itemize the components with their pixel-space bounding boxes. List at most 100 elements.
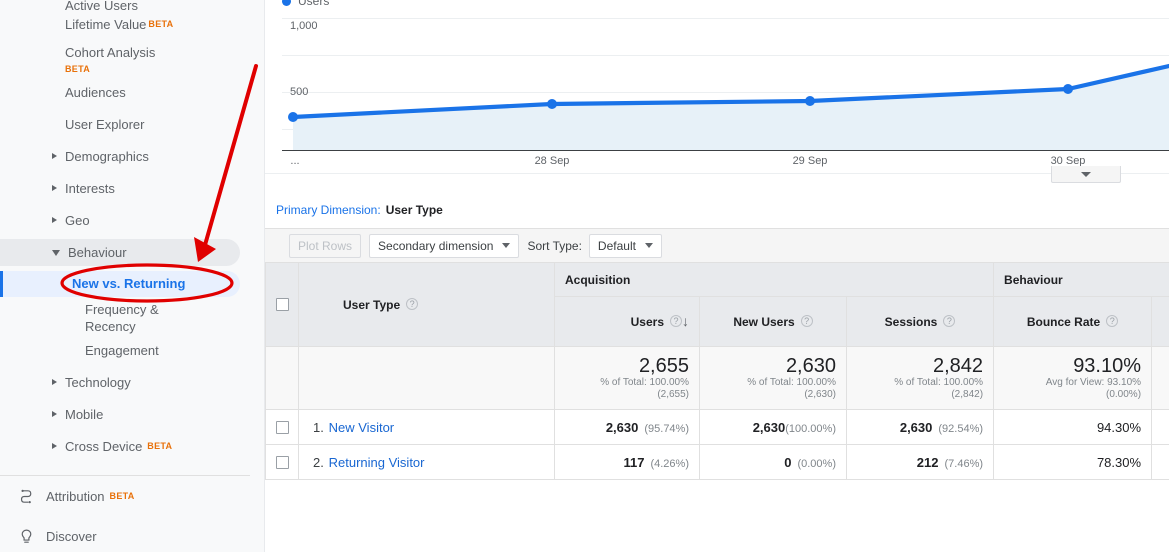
row-new-users-value: 0 <box>784 454 792 470</box>
row-new-users-cell: 0 (0.00%) <box>699 444 847 480</box>
sidebar-item-label: Discover <box>46 529 97 544</box>
row-sessions-value: 2,630 <box>899 419 933 435</box>
sidebar-item-audiences[interactable]: Audiences <box>0 85 240 101</box>
column-header-label: Bounce Rate <box>1026 314 1101 329</box>
row-dimension-link[interactable]: New Visitor <box>329 420 395 435</box>
totals-subline-1: % of Total: 100.00% <box>600 377 689 388</box>
group-header-label: Behaviour <box>1004 272 1063 287</box>
column-header-users[interactable]: ↓ Users? <box>554 296 700 347</box>
sidebar-item-behaviour[interactable]: Behaviour <box>0 239 240 266</box>
plot-rows-label: Plot Rows <box>298 238 353 253</box>
sort-type-label: Sort Type: <box>527 238 582 253</box>
row-bounce-rate-cell: 78.30% <box>993 444 1153 480</box>
sidebar-item-label: Geo <box>65 213 90 228</box>
totals-subline-2: (0.00%) <box>1106 389 1142 400</box>
totals-value: 2,630 <box>785 355 836 377</box>
row-index: 1. <box>313 419 324 435</box>
sidebar-item-discover[interactable]: Discover <box>0 518 240 552</box>
beta-badge: BETA <box>109 490 135 501</box>
row-users-cell: 2,630 (95.74%) <box>554 409 700 445</box>
beta-badge: BETA <box>65 64 91 74</box>
help-icon[interactable]: ? <box>943 315 956 328</box>
chart-collapse-toggle[interactable] <box>1051 166 1121 183</box>
main-content: Users 1,000 500 ... 28 Sep 29 Sep 30 Sep… <box>265 0 1169 552</box>
chart-plot-area <box>288 63 1169 150</box>
sidebar-item-user-explorer[interactable]: User Explorer <box>0 117 240 133</box>
sort-type-select[interactable]: Default <box>588 233 662 258</box>
row-checkbox-cell[interactable] <box>265 444 299 480</box>
row-checkbox[interactable] <box>275 455 289 469</box>
primary-dimension-value[interactable]: User Type <box>386 203 443 217</box>
users-over-time-chart: Users 1,000 500 ... 28 Sep 29 Sep 30 Sep <box>265 0 1169 192</box>
secondary-dimension-button[interactable]: Secondary dimension <box>369 233 520 258</box>
select-all-cell[interactable] <box>265 262 299 347</box>
sidebar[interactable]: Active Users Lifetime Value BETA Cohort A… <box>0 0 265 552</box>
sidebar-divider <box>0 475 250 476</box>
sidebar-item-cohort-analysis[interactable]: Cohort Analysis BETA <box>0 45 240 78</box>
totals-label-cell <box>298 346 555 410</box>
column-header-bounce-rate[interactable]: Bounce Rate? <box>993 296 1153 347</box>
table-row[interactable]: 1. New Visitor 2,630 (95.74%) 2,630(100.0… <box>265 409 1169 445</box>
sidebar-item-lifetime-value[interactable]: Lifetime Value BETA <box>0 17 240 33</box>
row-dimension-cell: 2. Returning Visitor <box>298 444 555 480</box>
table-controls: Plot Rows Secondary dimension Sort Type:… <box>265 228 1169 262</box>
sidebar-item-frequency-recency[interactable]: Frequency & Recency <box>0 301 175 335</box>
totals-subline-2: (2,842) <box>951 389 984 400</box>
column-header-new-users[interactable]: New Users? <box>699 296 847 347</box>
sidebar-item-cross-device[interactable]: Cross Device BETA <box>0 439 240 455</box>
sidebar-item-label: Cohort Analysis <box>65 45 156 60</box>
select-all-checkbox[interactable] <box>275 298 289 311</box>
totals-value: 2,842 <box>932 355 984 377</box>
sidebar-item-label: Cross Device <box>65 439 143 454</box>
sidebar-item-demographics[interactable]: Demographics <box>0 149 240 165</box>
row-users-percent: (95.74%) <box>644 422 689 435</box>
attribution-path-icon <box>18 488 46 505</box>
sidebar-item-geo[interactable]: Geo <box>0 213 240 229</box>
sidebar-item-label: Attribution <box>46 489 105 504</box>
row-users-percent: (4.26%) <box>650 457 689 470</box>
column-header-label: Users <box>630 314 664 329</box>
sidebar-item-label: New vs. Returning <box>72 276 186 291</box>
sidebar-item-label: Audiences <box>65 85 126 100</box>
row-checkbox-cell[interactable] <box>265 409 299 445</box>
group-header-acquisition: Acquisition <box>553 262 995 297</box>
column-header-sessions[interactable]: Sessions? <box>845 296 995 347</box>
help-icon[interactable]: ? <box>800 315 813 328</box>
sidebar-item-label: Mobile <box>65 407 104 422</box>
sidebar-item-new-vs-returning[interactable]: New vs. Returning <box>0 271 240 297</box>
totals-overflow-cell <box>1151 346 1169 410</box>
lightbulb-icon <box>18 528 46 545</box>
sidebar-item-attribution[interactable]: Attribution BETA <box>0 478 240 515</box>
column-header-user-type[interactable]: User Type? <box>298 262 555 347</box>
sidebar-item-label: Technology <box>65 375 131 390</box>
row-users-cell: 117 (4.26%) <box>554 444 700 480</box>
column-header-label: Sessions <box>884 314 938 329</box>
sidebar-item-label: Engagement <box>85 343 159 358</box>
sidebar-item-engagement[interactable]: Engagement <box>0 343 240 359</box>
chevron-down-icon <box>52 250 60 256</box>
row-index: 2. <box>313 454 324 470</box>
totals-sessions-cell: 2,842 % of Total: 100.00% (2,842) <box>845 346 995 410</box>
sort-desc-icon[interactable]: ↓ <box>682 314 689 328</box>
sidebar-item-interests[interactable]: Interests <box>0 181 240 197</box>
table-row[interactable]: 2. Returning Visitor 117 (4.26%) 0 (0.00%)… <box>265 444 1169 480</box>
row-dimension-link[interactable]: Returning Visitor <box>329 455 425 470</box>
group-header-behaviour: Behaviour <box>993 262 1169 297</box>
sidebar-item-mobile[interactable]: Mobile <box>0 407 240 423</box>
totals-value: 2,655 <box>638 355 689 377</box>
row-overflow-cell <box>1151 409 1169 445</box>
beta-badge: BETA <box>148 19 174 29</box>
help-icon[interactable]: ? <box>406 298 419 311</box>
totals-subline-1: % of Total: 100.00% <box>747 377 836 388</box>
sidebar-item-label: Frequency & Recency <box>85 302 159 334</box>
totals-subline-2: (2,655) <box>657 389 689 400</box>
totals-subline-1: Avg for View: 93.10% <box>1045 377 1142 388</box>
chart-xtick-28sep: 28 Sep <box>534 155 570 167</box>
help-icon[interactable]: ? <box>1106 315 1119 328</box>
help-icon[interactable]: ? <box>670 315 682 328</box>
chevron-right-icon <box>52 153 57 159</box>
sidebar-item-technology[interactable]: Technology <box>0 375 240 391</box>
plot-rows-button[interactable]: Plot Rows <box>289 233 362 258</box>
row-new-users-value: 2,630 <box>752 419 786 435</box>
row-checkbox[interactable] <box>275 420 289 434</box>
